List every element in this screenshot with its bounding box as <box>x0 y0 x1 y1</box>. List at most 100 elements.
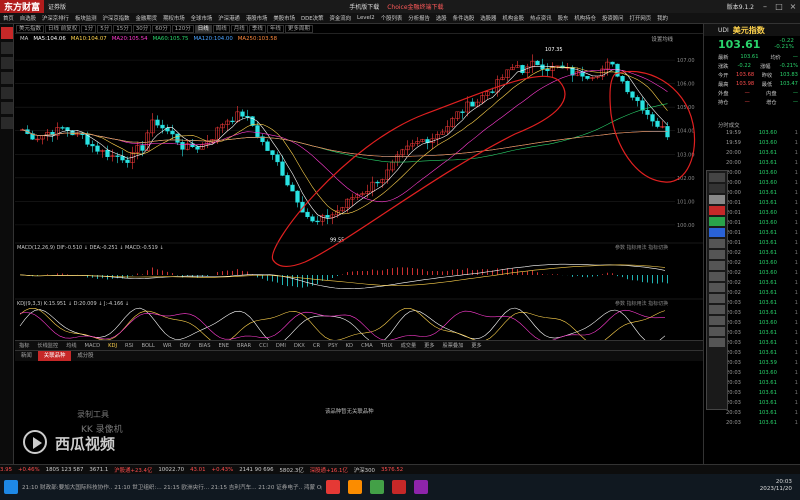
menu-item[interactable]: 分析报告 <box>405 14 433 22</box>
eraser-icon[interactable] <box>709 294 725 303</box>
menu-item[interactable]: 热点资讯 <box>527 14 555 22</box>
screenshot-icon[interactable] <box>709 327 725 336</box>
kline-chart-area[interactable]: 美元指数 日线 前复权 1分 5分 15分 30分 60分 120分 日线 周线 月线 季线 年线 更多周… <box>15 24 703 350</box>
menu-item[interactable]: 股东 <box>555 14 572 22</box>
indicator-tab[interactable]: 指标 <box>15 342 33 349</box>
mobile-download-link[interactable]: 手机版下载 <box>349 2 379 11</box>
menu-item[interactable]: 个股列表 <box>378 14 406 22</box>
menu-item[interactable]: DDE决策 <box>298 14 327 22</box>
indicator-tab[interactable]: CR <box>309 343 324 349</box>
indicator-tab[interactable]: 更多 <box>467 342 485 349</box>
menu-item[interactable]: 全球市场 <box>188 14 216 22</box>
save-icon[interactable] <box>709 338 725 347</box>
menu-item[interactable]: 机构持仓 <box>571 14 599 22</box>
text-tool-icon[interactable] <box>709 283 725 292</box>
indicator-tab[interactable]: KDJ <box>104 343 121 349</box>
indicator-tab[interactable]: DMI <box>272 343 290 349</box>
screener-view-button[interactable] <box>1 87 13 99</box>
period-button[interactable]: 1分 <box>81 24 97 33</box>
menu-item[interactable]: 金融期货 <box>133 14 161 22</box>
period-button[interactable]: 30分 <box>132 24 152 33</box>
kline-chart[interactable]: 107.00106.00105.00104.00103.00102.00101.… <box>15 34 703 350</box>
maximize-icon[interactable]: □ <box>772 0 786 13</box>
menu-item[interactable]: 港股市场 <box>243 14 271 22</box>
close-icon[interactable]: × <box>786 0 800 13</box>
color-blue-swatch[interactable] <box>709 228 725 237</box>
indicator-tab[interactable]: ENE <box>215 343 233 349</box>
indicator-tab[interactable]: PSY <box>324 343 342 349</box>
indicator-tab[interactable]: 均线 <box>62 342 80 349</box>
color-red-swatch[interactable] <box>709 206 725 215</box>
period-button[interactable]: 日线 前复权 <box>45 24 81 33</box>
info-view-button[interactable] <box>1 57 13 69</box>
exit-drawing-button[interactable] <box>709 184 725 193</box>
menu-item[interactable]: 投资顾问 <box>599 14 627 22</box>
minimize-icon[interactable]: – <box>758 0 772 13</box>
menu-item[interactable]: 打开网页 <box>627 14 655 22</box>
undo-icon[interactable] <box>709 305 725 314</box>
app-icon-4[interactable] <box>392 480 406 494</box>
period-button[interactable]: 年线 <box>266 24 284 33</box>
indicator-tab[interactable]: CMA <box>357 343 377 349</box>
menu-item[interactable]: 沪深京指数 <box>100 14 133 22</box>
indicator-tab[interactable]: WR <box>159 343 176 349</box>
menu-item[interactable]: 条件选股 <box>450 14 478 22</box>
indicator-tab[interactable]: TRIX <box>377 343 397 349</box>
menu-item[interactable]: 首页 <box>0 14 17 22</box>
line-tool-icon[interactable] <box>709 239 725 248</box>
arrow-tool-icon[interactable] <box>709 272 725 281</box>
ellipse-tool-icon[interactable] <box>709 261 725 270</box>
bottom-tab[interactable]: 关联品种 <box>37 351 72 361</box>
bottom-tab[interactable]: 新闻 <box>15 351 38 361</box>
indicator-tab[interactable]: 长线监控 <box>33 342 62 349</box>
period-button[interactable]: 日线 <box>194 24 212 33</box>
period-button[interactable]: 5分 <box>97 24 113 33</box>
palette-handle[interactable] <box>709 173 725 182</box>
app-icon-5[interactable] <box>414 480 428 494</box>
start-icon[interactable] <box>4 480 18 494</box>
app-icon-3[interactable] <box>370 480 384 494</box>
period-button[interactable]: 60分 <box>152 24 171 33</box>
period-button[interactable]: 季线 <box>248 24 266 33</box>
f10-view-button[interactable] <box>1 72 13 84</box>
clear-icon[interactable] <box>709 316 725 325</box>
indicator-tab[interactable]: KD <box>342 343 357 349</box>
indicator-tab[interactable]: BIAS <box>195 343 215 349</box>
indicator-tab[interactable]: DKX <box>290 343 309 349</box>
news-view-button[interactable] <box>1 102 13 114</box>
period-button[interactable]: 15分 <box>113 24 132 33</box>
indicator-tab[interactable]: MACD <box>81 343 105 349</box>
menu-item[interactable]: 资金流向 <box>326 14 354 22</box>
trade-view-button[interactable] <box>1 117 13 129</box>
period-button[interactable]: 更多周期 <box>284 24 313 33</box>
bottom-tab[interactable]: 成分股 <box>71 351 99 361</box>
period-button[interactable]: 月线 <box>230 24 248 33</box>
menu-item[interactable]: 美股市场 <box>270 14 298 22</box>
period-button[interactable]: 120分 <box>171 24 194 33</box>
indicator-tab[interactable]: 更多 <box>420 342 438 349</box>
menu-item[interactable]: 沪深港通 <box>215 14 243 22</box>
menu-item[interactable]: 我的 <box>654 14 671 22</box>
chart-view-button[interactable] <box>1 42 13 54</box>
indicator-tab[interactable]: 股票叠加 <box>439 342 468 349</box>
quote-view-button[interactable] <box>1 27 13 39</box>
pen-icon[interactable] <box>709 195 725 204</box>
menu-item[interactable]: 期权市场 <box>160 14 188 22</box>
indicator-tab[interactable]: BOLL <box>137 343 158 349</box>
indicator-tab[interactable]: BRAR <box>233 343 255 349</box>
rect-tool-icon[interactable] <box>709 250 725 259</box>
indicator-tab[interactable]: CCI <box>255 343 272 349</box>
menu-item[interactable]: 板块监测 <box>72 14 100 22</box>
choice-download-link[interactable]: Choice金融终端下载 <box>387 2 443 11</box>
indicator-tab[interactable]: OBV <box>176 343 195 349</box>
menu-item[interactable]: 选股 <box>433 14 450 22</box>
app-icon-2[interactable] <box>348 480 362 494</box>
indicator-tab[interactable]: RSI <box>121 343 137 349</box>
menu-item[interactable]: 自选股 <box>17 14 39 22</box>
app-icon-1[interactable] <box>326 480 340 494</box>
period-button[interactable]: 周线 <box>212 24 230 33</box>
menu-item[interactable]: 沪深京排行 <box>39 14 72 22</box>
menu-item[interactable]: 选股器 <box>477 14 499 22</box>
menu-item[interactable]: 机构金股 <box>499 14 527 22</box>
indicator-tab[interactable]: 成交量 <box>397 342 421 349</box>
